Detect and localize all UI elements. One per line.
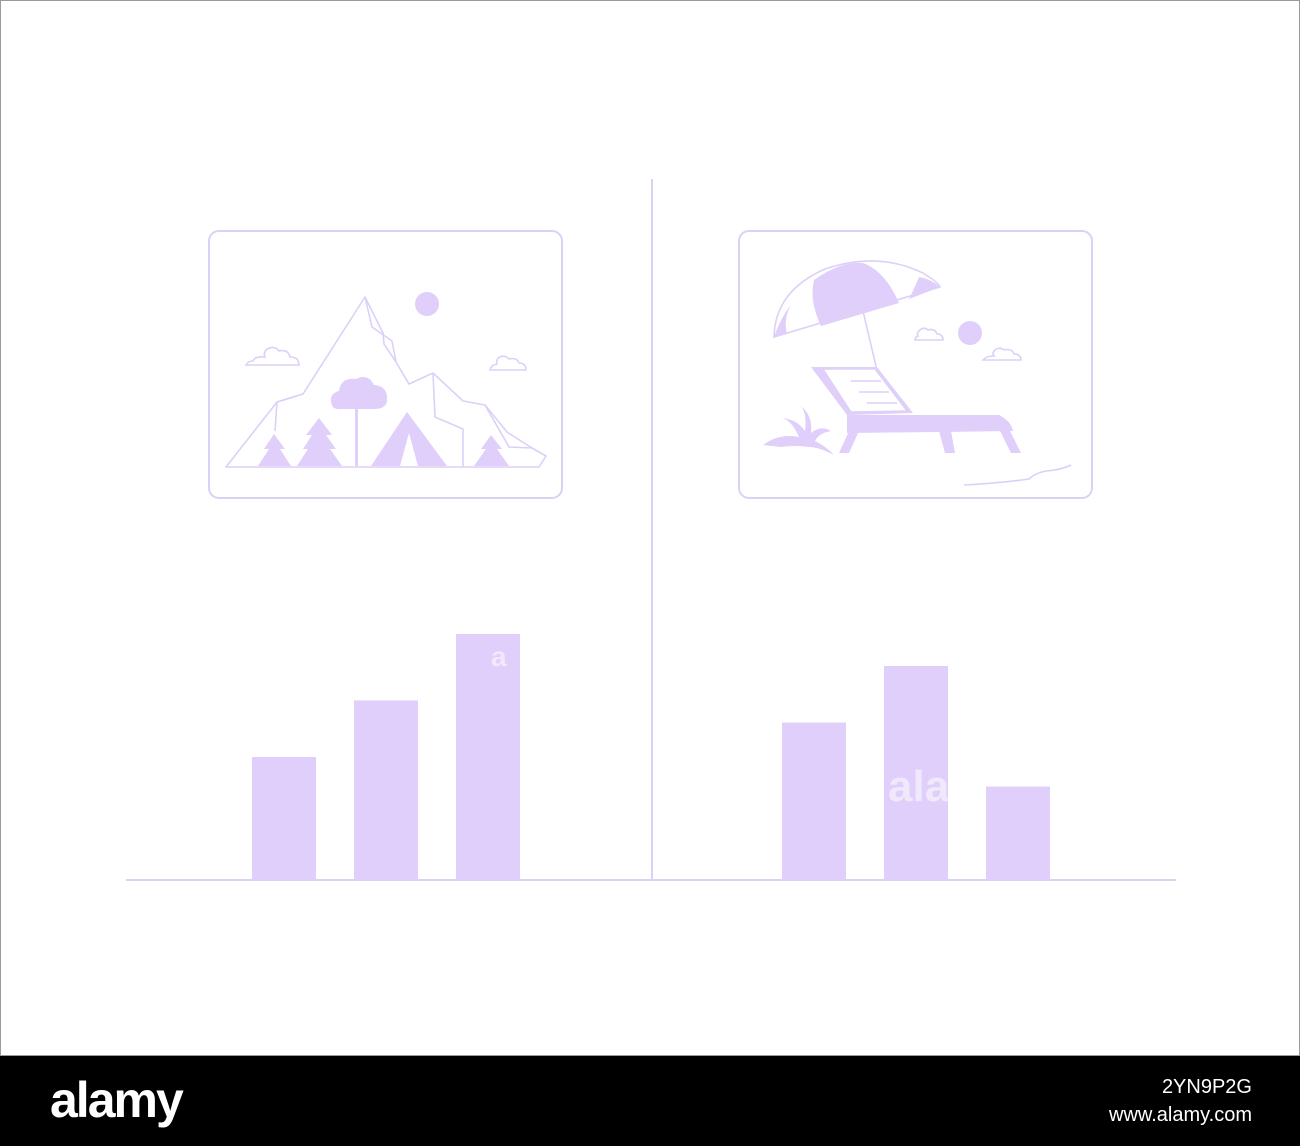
bar <box>782 722 846 880</box>
image-id-label: 2YN9P2G <box>1161 1076 1252 1098</box>
right-picture-frame <box>738 230 1093 499</box>
bar <box>354 700 418 880</box>
lounger-seat <box>847 415 1013 433</box>
bar <box>986 786 1050 880</box>
cloud-icon <box>489 355 527 371</box>
illustration-canvas: a ala <box>0 0 1300 1056</box>
tree-trunk <box>355 401 358 466</box>
sun-icon <box>958 321 982 345</box>
sun-icon <box>415 292 439 316</box>
bar <box>252 757 316 880</box>
sand-line <box>963 464 1072 486</box>
round-tree-icon <box>330 377 388 410</box>
mountain-camping-icon <box>208 230 563 499</box>
cloud-icon <box>914 327 944 341</box>
palm-plant-icon <box>763 406 834 455</box>
pine-tree-icon <box>297 418 342 466</box>
watermark-fragment: ala <box>888 762 950 811</box>
cloud-icon <box>244 346 300 366</box>
alamy-logo[interactable]: alamy <box>50 1070 184 1130</box>
comparison-chart: a ala <box>126 179 1176 881</box>
beach-lounger-icon <box>738 230 1093 499</box>
umbrella-stripe <box>812 262 899 326</box>
stock-image: a ala alamy 2YN9P2G www.alamy.com <box>0 0 1300 1146</box>
bar <box>456 634 520 880</box>
cloud-icon <box>981 347 1022 361</box>
pine-tree-icon <box>258 434 291 466</box>
site-url-link[interactable]: www.alamy.com <box>1109 1102 1252 1128</box>
left-bar-group <box>252 634 520 880</box>
tent-icon <box>371 412 447 466</box>
pine-tree-icon <box>474 435 509 466</box>
stock-footer-bar: alamy 2YN9P2G www.alamy.com <box>0 1056 1300 1146</box>
watermark-fragment: a <box>491 641 507 672</box>
